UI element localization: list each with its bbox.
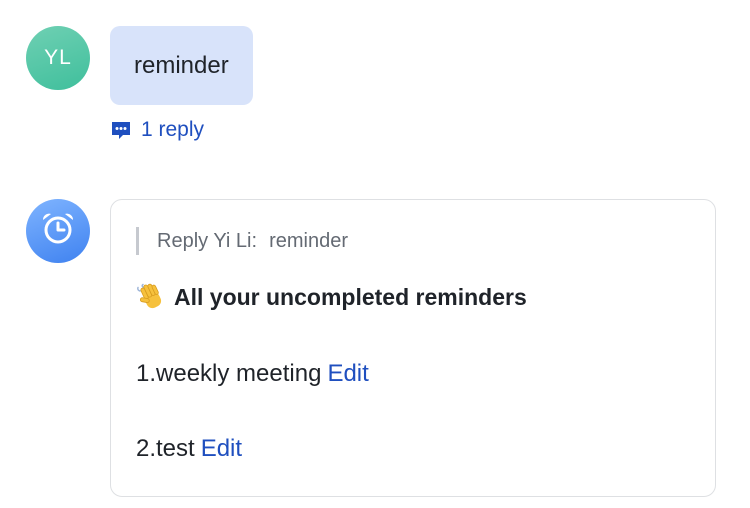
alarm-clock-icon <box>39 210 77 253</box>
comment-icon <box>110 119 132 141</box>
reply-count-label: 1 reply <box>141 118 205 141</box>
avatar-initials: YL <box>44 46 72 69</box>
quote-prefix: Reply Yi Li: <box>157 229 258 252</box>
user-message-bubble[interactable]: reminder <box>110 26 253 105</box>
headline-text: All your uncompleted reminders <box>174 283 527 310</box>
chat-thread: YL reminder 1 reply Reply Yi Li: reminde… <box>0 0 750 508</box>
waving-hand-icon <box>136 282 166 312</box>
quote-text: reminder <box>269 229 348 252</box>
user-avatar[interactable]: YL <box>26 26 90 90</box>
reminder-item: 1.weekly meeting Edit <box>136 360 369 388</box>
reminder-item: 2.test Edit <box>136 435 242 463</box>
reminder-bot-avatar[interactable] <box>26 199 90 263</box>
reply-quote: Reply Yi Li: reminder <box>136 227 348 255</box>
reminder-card: Reply Yi Li: reminder All your uncomplet… <box>110 199 716 497</box>
reminder-text: 1.weekly meeting <box>136 360 322 387</box>
user-message-text: reminder <box>134 51 229 79</box>
edit-reminder-link[interactable]: Edit <box>201 435 242 462</box>
reminder-text: 2.test <box>136 435 195 462</box>
edit-reminder-link[interactable]: Edit <box>327 360 368 387</box>
thread-replies-link[interactable]: 1 reply <box>110 118 204 142</box>
card-headline: All your uncompleted reminders <box>136 282 527 312</box>
